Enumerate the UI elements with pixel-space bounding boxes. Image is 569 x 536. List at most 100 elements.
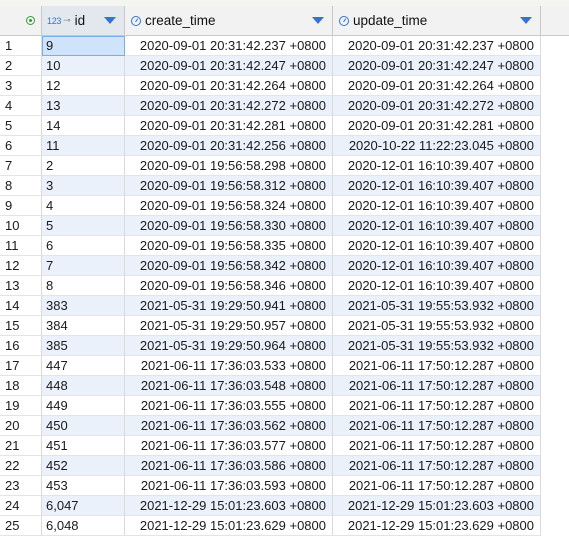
id-cell[interactable]: 450: [42, 416, 125, 436]
id-cell[interactable]: 12: [42, 76, 125, 96]
row-number-cell[interactable]: 15: [0, 316, 42, 336]
row-number-cell[interactable]: 7: [0, 156, 42, 176]
dropdown-arrow-icon[interactable]: [520, 17, 532, 24]
row-number-cell[interactable]: 13: [0, 276, 42, 296]
id-cell[interactable]: 453: [42, 476, 125, 496]
table-row[interactable]: 21 451 2021-06-11 17:36:03.577 +0800 2021-0…: [0, 436, 569, 456]
id-cell[interactable]: 452: [42, 456, 125, 476]
create-time-cell[interactable]: 2020-09-01 20:31:42.247 +0800: [125, 56, 333, 76]
create-time-cell[interactable]: 2021-06-11 17:36:03.586 +0800: [125, 456, 333, 476]
table-row[interactable]: 5 14 2020-09-01 20:31:42.281 +0800 2020-09-…: [0, 116, 569, 136]
id-cell[interactable]: 384: [42, 316, 125, 336]
create-time-cell[interactable]: 2020-09-01 19:56:58.346 +0800: [125, 276, 333, 296]
update-time-cell[interactable]: 2021-12-29 15:01:23.629 +0800: [333, 516, 541, 536]
update-time-cell[interactable]: 2021-05-31 19:55:53.932 +0800: [333, 316, 541, 336]
id-cell[interactable]: 11: [42, 136, 125, 156]
table-row[interactable]: 15 384 2021-05-31 19:29:50.957 +0800 2021-0…: [0, 316, 569, 336]
table-row[interactable]: 8 3 2020-09-01 19:56:58.312 +0800 2020-12-0…: [0, 176, 569, 196]
row-number-cell[interactable]: 10: [0, 216, 42, 236]
row-number-cell[interactable]: 4: [0, 96, 42, 116]
id-cell[interactable]: 9: [42, 36, 125, 56]
create-time-cell[interactable]: 2020-09-01 19:56:58.342 +0800: [125, 256, 333, 276]
update-time-cell[interactable]: 2021-06-11 17:50:12.287 +0800: [333, 436, 541, 456]
create-time-cell[interactable]: 2021-05-31 19:29:50.964 +0800: [125, 336, 333, 356]
id-cell[interactable]: 5: [42, 216, 125, 236]
row-number-cell[interactable]: 5: [0, 116, 42, 136]
id-cell[interactable]: 448: [42, 376, 125, 396]
create-time-cell[interactable]: 2020-09-01 20:31:42.237 +0800: [125, 36, 333, 56]
create-time-cell[interactable]: 2021-12-29 15:01:23.603 +0800: [125, 496, 333, 516]
table-row[interactable]: 7 2 2020-09-01 19:56:58.298 +0800 2020-12-0…: [0, 156, 569, 176]
id-cell[interactable]: 3: [42, 176, 125, 196]
id-cell[interactable]: 8: [42, 276, 125, 296]
update-time-cell[interactable]: 2020-10-22 11:22:23.045 +0800: [333, 136, 541, 156]
table-row[interactable]: 3 12 2020-09-01 20:31:42.264 +0800 2020-09-…: [0, 76, 569, 96]
update-time-cell[interactable]: 2020-09-01 20:31:42.281 +0800: [333, 116, 541, 136]
create-time-cell[interactable]: 2020-09-01 19:56:58.330 +0800: [125, 216, 333, 236]
update-time-cell[interactable]: 2021-06-11 17:50:12.287 +0800: [333, 476, 541, 496]
create-time-cell[interactable]: 2021-05-31 19:29:50.957 +0800: [125, 316, 333, 336]
update-time-cell[interactable]: 2021-06-11 17:50:12.287 +0800: [333, 376, 541, 396]
update-time-cell[interactable]: 2020-09-01 20:31:42.272 +0800: [333, 96, 541, 116]
id-cell[interactable]: 7: [42, 256, 125, 276]
table-row[interactable]: 23 453 2021-06-11 17:36:03.593 +0800 2021-0…: [0, 476, 569, 496]
table-row[interactable]: 20 450 2021-06-11 17:36:03.562 +0800 2021-0…: [0, 416, 569, 436]
row-number-cell[interactable]: 19: [0, 396, 42, 416]
id-cell[interactable]: 449: [42, 396, 125, 416]
table-row[interactable]: 1 9 2020-09-01 20:31:42.237 +0800 2020-09-0…: [0, 36, 569, 56]
table-row[interactable]: 24 6,047 2021-12-29 15:01:23.603 +0800 2021…: [0, 496, 569, 516]
row-number-cell[interactable]: 6: [0, 136, 42, 156]
table-row[interactable]: 6 11 2020-09-01 20:31:42.256 +0800 2020-10-…: [0, 136, 569, 156]
row-number-cell[interactable]: 3: [0, 76, 42, 96]
table-row[interactable]: 22 452 2021-06-11 17:36:03.586 +0800 2021-0…: [0, 456, 569, 476]
row-number-cell[interactable]: 1: [0, 36, 42, 56]
id-cell[interactable]: 10: [42, 56, 125, 76]
update-time-cell[interactable]: 2021-05-31 19:55:53.932 +0800: [333, 336, 541, 356]
create-time-cell[interactable]: 2020-09-01 19:56:58.335 +0800: [125, 236, 333, 256]
row-number-cell[interactable]: 8: [0, 176, 42, 196]
create-time-cell[interactable]: 2021-06-11 17:36:03.562 +0800: [125, 416, 333, 436]
update-time-cell[interactable]: 2021-06-11 17:50:12.287 +0800: [333, 416, 541, 436]
update-time-cell[interactable]: 2021-12-29 15:01:23.603 +0800: [333, 496, 541, 516]
id-cell[interactable]: 6: [42, 236, 125, 256]
row-number-cell[interactable]: 23: [0, 476, 42, 496]
id-cell[interactable]: 447: [42, 356, 125, 376]
table-row[interactable]: 13 8 2020-09-01 19:56:58.346 +0800 2020-12-…: [0, 276, 569, 296]
update-time-cell[interactable]: 2020-09-01 20:31:42.237 +0800: [333, 36, 541, 56]
table-row[interactable]: 19 449 2021-06-11 17:36:03.555 +0800 2021-0…: [0, 396, 569, 416]
table-row[interactable]: 18 448 2021-06-11 17:36:03.548 +0800 2021-0…: [0, 376, 569, 396]
table-row[interactable]: 12 7 2020-09-01 19:56:58.342 +0800 2020-12-…: [0, 256, 569, 276]
update-time-cell[interactable]: 2020-12-01 16:10:39.407 +0800: [333, 216, 541, 236]
table-row[interactable]: 25 6,048 2021-12-29 15:01:23.629 +0800 2021…: [0, 516, 569, 536]
id-cell[interactable]: 13: [42, 96, 125, 116]
row-number-cell[interactable]: 25: [0, 516, 42, 536]
create-time-cell[interactable]: 2021-05-31 19:29:50.941 +0800: [125, 296, 333, 316]
update-time-cell[interactable]: 2020-12-01 16:10:39.407 +0800: [333, 196, 541, 216]
table-row[interactable]: 9 4 2020-09-01 19:56:58.324 +0800 2020-12-0…: [0, 196, 569, 216]
update-time-cell[interactable]: 2020-12-01 16:10:39.407 +0800: [333, 276, 541, 296]
create-time-cell[interactable]: 2020-09-01 20:31:42.264 +0800: [125, 76, 333, 96]
table-row[interactable]: 14 383 2021-05-31 19:29:50.941 +0800 2021-0…: [0, 296, 569, 316]
row-number-cell[interactable]: 2: [0, 56, 42, 76]
create-time-cell[interactable]: 2020-09-01 20:31:42.281 +0800: [125, 116, 333, 136]
row-number-cell[interactable]: 24: [0, 496, 42, 516]
column-header-create-time[interactable]: create_time: [125, 6, 333, 35]
create-time-cell[interactable]: 2020-09-01 19:56:58.324 +0800: [125, 196, 333, 216]
create-time-cell[interactable]: 2021-06-11 17:36:03.555 +0800: [125, 396, 333, 416]
id-cell[interactable]: 451: [42, 436, 125, 456]
row-number-cell[interactable]: 14: [0, 296, 42, 316]
create-time-cell[interactable]: 2021-06-11 17:36:03.533 +0800: [125, 356, 333, 376]
table-row[interactable]: 2 10 2020-09-01 20:31:42.247 +0800 2020-09-…: [0, 56, 569, 76]
row-number-cell[interactable]: 22: [0, 456, 42, 476]
update-time-cell[interactable]: 2020-09-01 20:31:42.247 +0800: [333, 56, 541, 76]
row-number-cell[interactable]: 20: [0, 416, 42, 436]
create-time-cell[interactable]: 2020-09-01 19:56:58.298 +0800: [125, 156, 333, 176]
column-header-id[interactable]: 123 ⊸ id: [42, 6, 125, 35]
update-time-cell[interactable]: 2020-12-01 16:10:39.407 +0800: [333, 256, 541, 276]
update-time-cell[interactable]: 2020-12-01 16:10:39.407 +0800: [333, 156, 541, 176]
update-time-cell[interactable]: 2021-06-11 17:50:12.287 +0800: [333, 456, 541, 476]
column-header-update-time[interactable]: update_time: [333, 6, 541, 35]
create-time-cell[interactable]: 2021-12-29 15:01:23.629 +0800: [125, 516, 333, 536]
table-row[interactable]: 16 385 2021-05-31 19:29:50.964 +0800 2021-0…: [0, 336, 569, 356]
create-time-cell[interactable]: 2020-09-01 20:31:42.272 +0800: [125, 96, 333, 116]
